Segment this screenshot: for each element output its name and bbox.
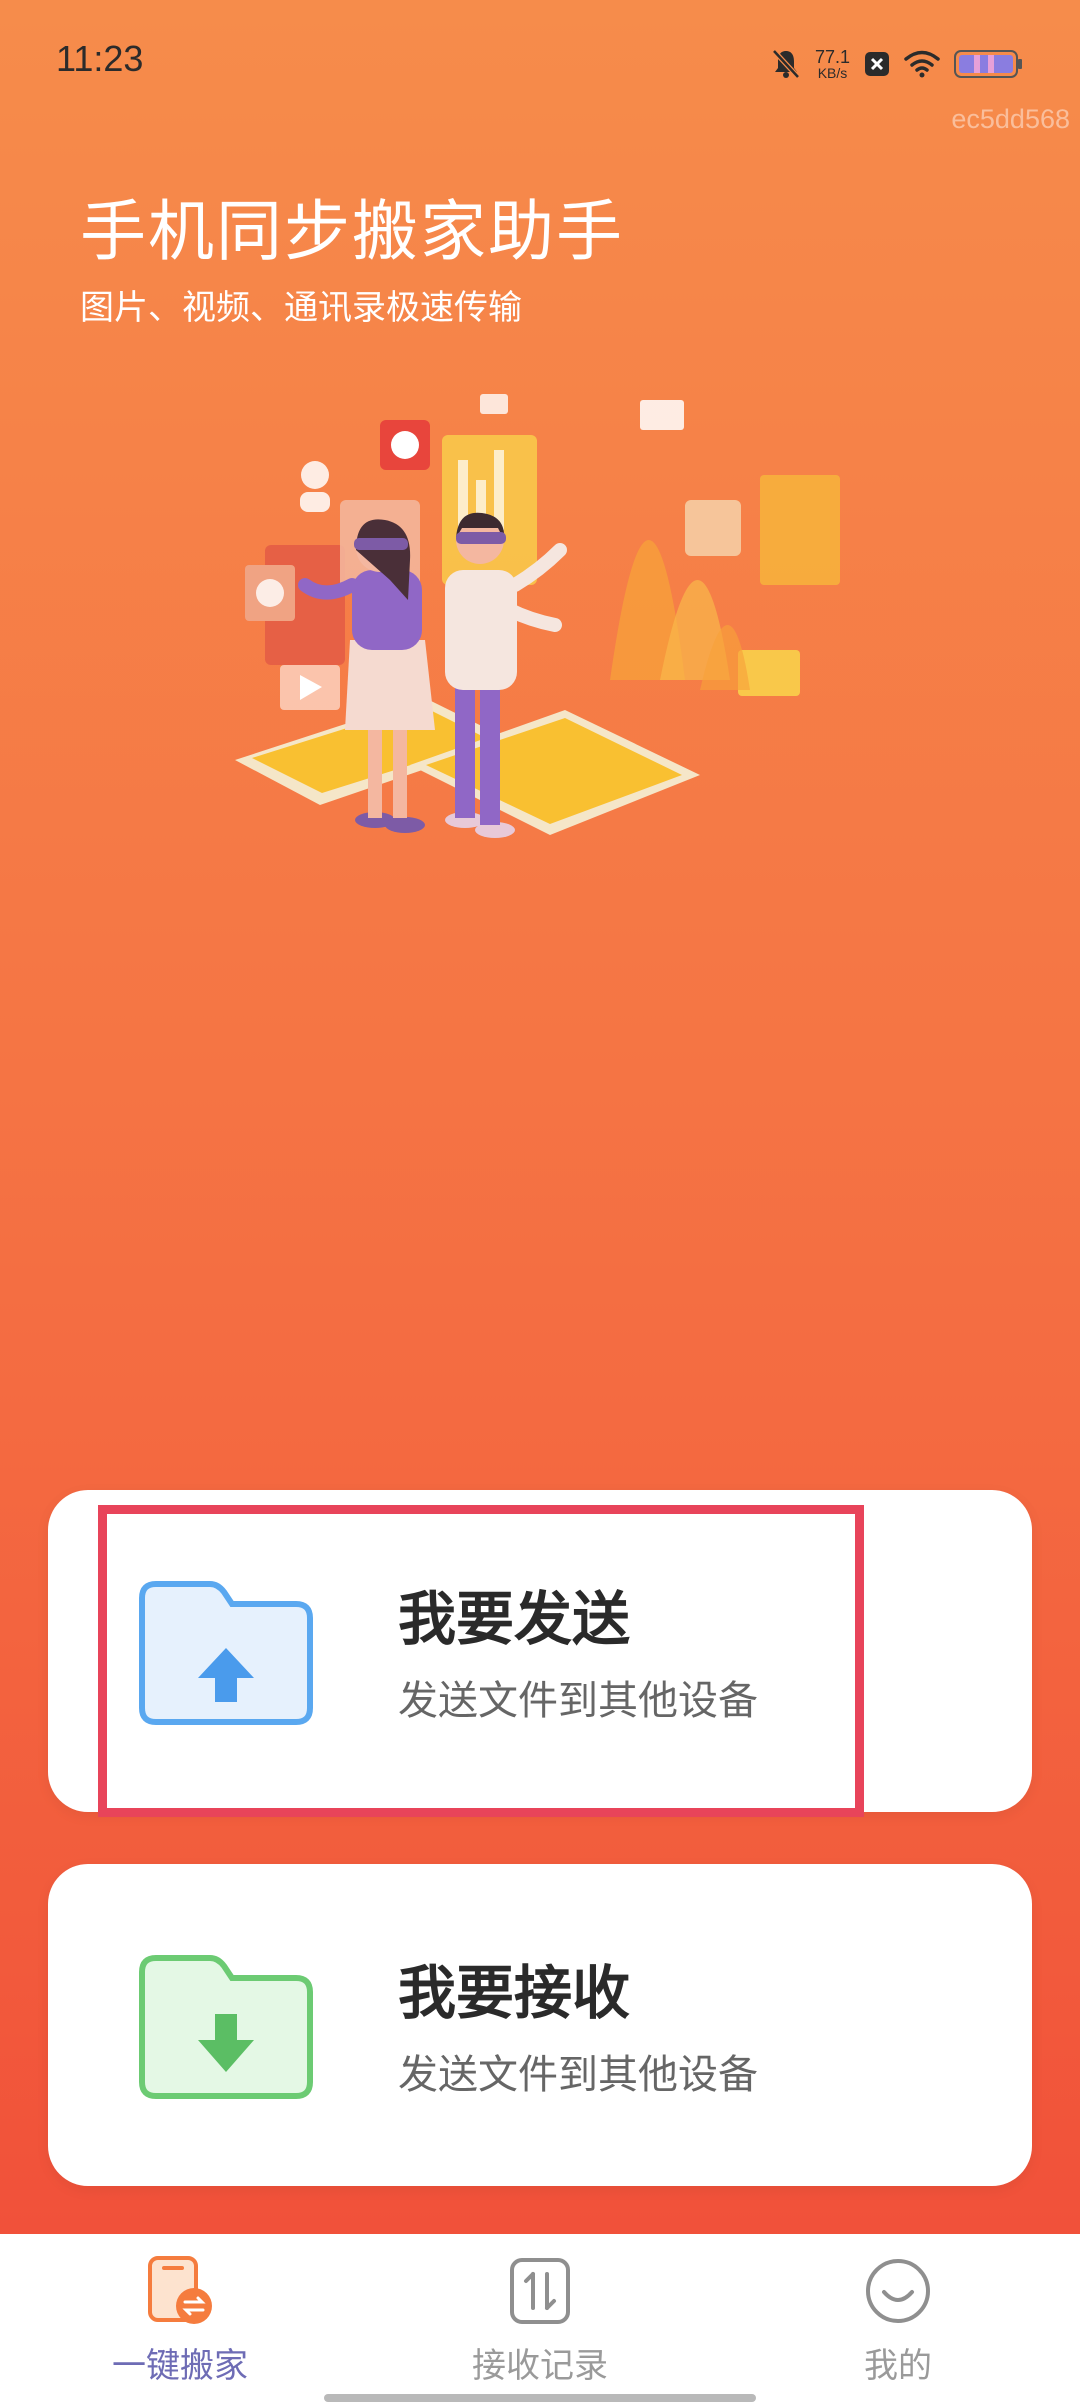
phone-transfer-icon <box>148 2256 212 2324</box>
nav-label-records: 接收记录 <box>472 2346 608 2386</box>
nav-item-records[interactable]: 接收记录 <box>390 2254 690 2394</box>
nav-item-home[interactable]: 一键搬家 <box>30 2254 330 2394</box>
transfer-records-icon <box>510 2258 570 2324</box>
battery-icon <box>954 50 1022 78</box>
nav-label-home: 一键搬家 <box>112 2346 248 2386</box>
send-title: 我要发送 <box>398 1585 631 1653</box>
watermark: ec5dd568 <box>951 104 1070 134</box>
nav-item-mine[interactable]: 我的 <box>748 2254 1048 2394</box>
status-bar: 11:23 77.1 KB/s <box>0 0 1080 120</box>
smile-profile-icon <box>866 2259 930 2323</box>
app-subtitle: 图片、视频、通讯录极速传输 <box>80 288 522 328</box>
people-transfer-illustration <box>235 394 840 838</box>
receive-card[interactable]: 我要接收 发送文件到其他设备 <box>48 1864 1032 2186</box>
net-speed: 77.1 KB/s <box>815 48 850 80</box>
send-description: 发送文件到其他设备 <box>398 1678 758 1724</box>
status-time: 11:23 <box>56 38 144 79</box>
nav-label-mine: 我的 <box>864 2346 932 2386</box>
folder-download-icon <box>139 1955 313 2099</box>
send-card[interactable]: 我要发送 发送文件到其他设备 <box>48 1490 1032 1817</box>
app-screen: 11:23 77.1 KB/s ec5dd568 手机同步搬家助手 图片、视频、… <box>0 0 1080 2408</box>
wifi-icon <box>904 50 940 78</box>
receive-description: 发送文件到其他设备 <box>398 2052 758 2098</box>
receive-title: 我要接收 <box>398 1959 631 2027</box>
app-title: 手机同步搬家助手 <box>80 193 624 270</box>
home-indicator[interactable] <box>324 2394 756 2402</box>
status-icons: 77.1 KB/s <box>771 44 1024 84</box>
folder-upload-icon <box>139 1581 313 1725</box>
net-speed-unit: KB/s <box>817 65 848 81</box>
bell-muted-icon <box>772 49 800 79</box>
bottom-nav: 一键搬家 接收记录 我的 <box>0 2234 1080 2408</box>
net-speed-value: 77.1 <box>814 47 850 67</box>
blocked-icon <box>865 52 889 76</box>
